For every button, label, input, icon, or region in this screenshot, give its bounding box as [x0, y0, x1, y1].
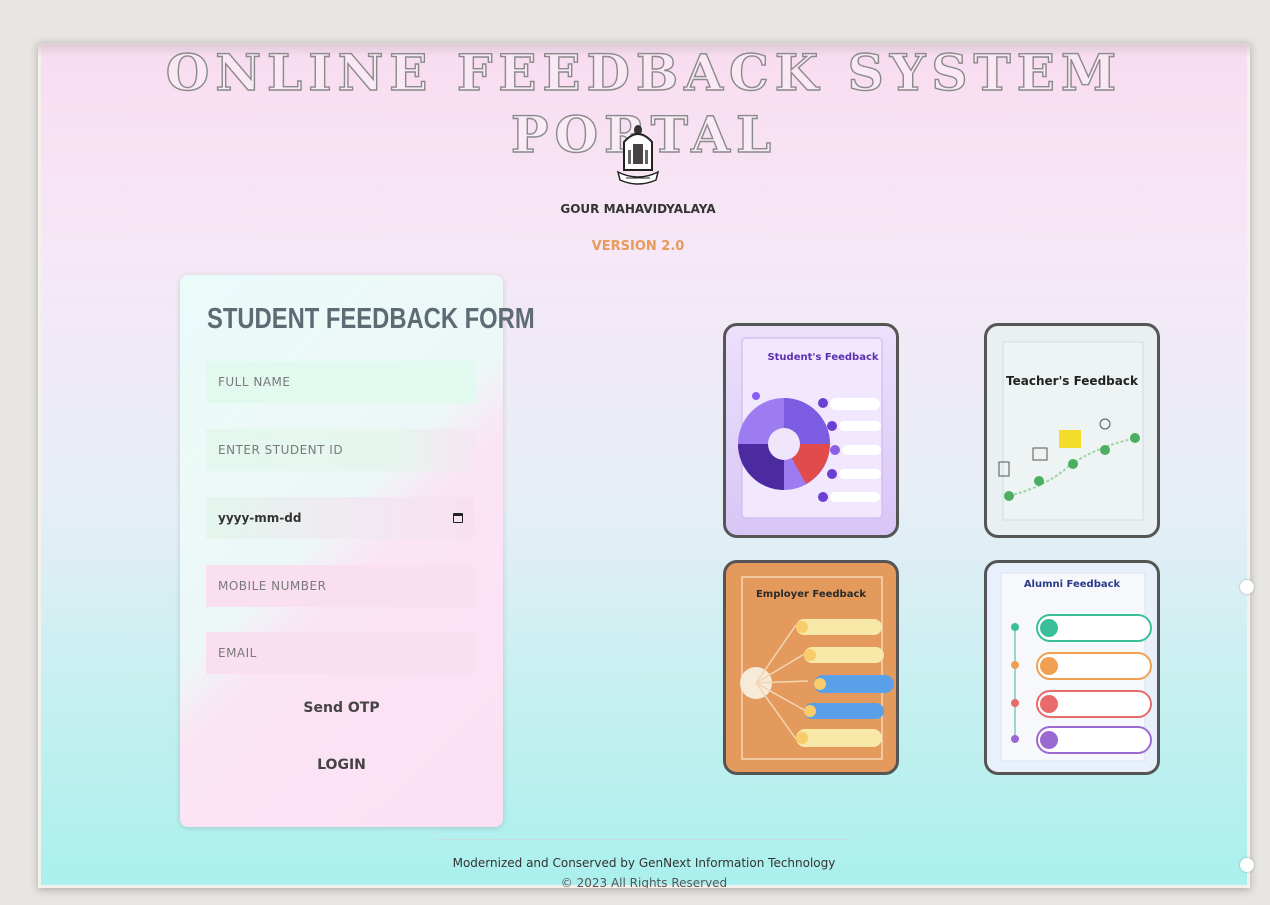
login-button[interactable]: LOGIN [180, 756, 503, 774]
alumni-tile-title: Alumni Feedback [1023, 579, 1121, 590]
employer-feedback-tile[interactable]: Employer Feedback [723, 560, 899, 775]
side-scroll-dot[interactable] [1240, 858, 1254, 872]
employer-tile-title: Employer Feedback [755, 589, 867, 600]
send-otp-button[interactable]: Send OTP [180, 699, 503, 717]
student-id-input[interactable] [206, 429, 475, 471]
teacher-feedback-tile[interactable]: Teacher's Feedback [984, 323, 1160, 538]
alumni-feedback-tile[interactable]: Alumni Feedback [984, 560, 1160, 775]
calendar-icon[interactable] [453, 513, 463, 523]
full-name-input[interactable] [206, 361, 475, 403]
footer-divider [436, 839, 850, 840]
teacher-tile-title: Teacher's Feedback [1006, 374, 1138, 388]
mobile-number-input[interactable] [206, 565, 475, 607]
footer-credit: Modernized and Conserved by GenNext Info… [452, 856, 836, 870]
college-emblem-icon [616, 125, 660, 185]
side-scroll-dot[interactable] [1240, 580, 1254, 594]
portal-frame: ONLINE FEEDBACK SYSTEM PORTAL GOUR MAHAV… [38, 42, 1250, 888]
college-name: GOUR MAHAVIDYALAYA [560, 202, 716, 216]
student-feedback-tile[interactable]: Student's Feedback [723, 323, 899, 538]
version-label: VERSION 2.0 [591, 239, 685, 254]
date-value: yyyy-mm-dd [218, 511, 302, 525]
footer-copyright: © 2023 All Rights Reserved [560, 876, 728, 888]
student-tile-title: Student's Feedback [767, 352, 879, 363]
teacher-feedback-graphic [998, 341, 1144, 521]
student-feedback-form: STUDENT FEEDBACK FORM yyyy-mm-dd Send OT… [180, 275, 535, 827]
email-input[interactable] [206, 632, 475, 674]
date-of-birth-input[interactable]: yyyy-mm-dd [206, 497, 475, 539]
form-title: STUDENT FEEDBACK FORM [207, 303, 535, 335]
alumni-feedback-graphic [1000, 572, 1152, 762]
